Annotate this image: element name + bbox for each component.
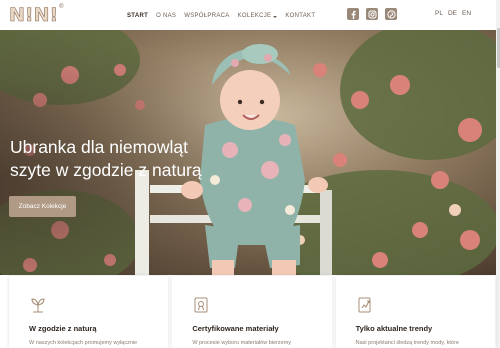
logo-text: N!N! — [9, 4, 59, 27]
brand-logo[interactable]: N!N! ® — [9, 4, 64, 27]
social-links — [347, 8, 397, 20]
nav-item-wspolpraca[interactable]: WSPÓŁPRACA — [184, 13, 229, 19]
hero-banner: Ubranka dla niemowląt szyte w zgodzie z … — [0, 30, 496, 275]
nav-item-kontakt[interactable]: KONTAKT — [285, 13, 315, 19]
feature-title: Tylko aktualne trendy — [355, 324, 433, 333]
main-nav: START O NAS WSPÓŁPRACA KOLEKCJE KONTAKT — [127, 13, 323, 19]
feature-card-trends: Tylko aktualne trendy Nasi projektanci ś… — [335, 276, 495, 348]
registered-mark: ® — [59, 4, 64, 10]
feature-text: Nasi projektanci śledzą trendy mody, któ… — [355, 340, 459, 346]
feature-card-certified: Certyfikowane materiały W procesie wybor… — [172, 276, 332, 348]
language-switcher: PL DE EN — [435, 10, 471, 17]
hero-heading-line1: Ubranka dla niemowląt — [10, 137, 189, 157]
certificate-icon — [194, 297, 208, 313]
lang-pl[interactable]: PL — [435, 10, 443, 17]
site-header: N!N! ® START O NAS WSPÓŁPRACA KOLEKCJE K… — [0, 0, 500, 30]
instagram-icon[interactable] — [366, 8, 378, 20]
feature-title: Certyfikowane materiały — [192, 324, 279, 333]
see-collections-button[interactable]: Zobacz Kolekcje — [9, 196, 76, 217]
trend-icon — [358, 297, 371, 313]
nav-item-kolekcje[interactable]: KOLEKCJE — [238, 13, 278, 19]
pinterest-icon[interactable] — [385, 8, 397, 20]
feature-text: W procesie wyboru materiałów bierzemy — [192, 340, 292, 346]
nav-item-kolekcje-label: KOLEKCJE — [237, 13, 272, 19]
features-row: W zgodzie z naturą W naszych kolekcjach … — [9, 276, 495, 348]
nav-item-o-nas[interactable]: O NAS — [156, 13, 176, 19]
feature-card-nature: W zgodzie z naturą W naszych kolekcjach … — [9, 276, 169, 348]
lang-de[interactable]: DE — [448, 10, 457, 17]
scrollbar-thumb[interactable] — [496, 28, 500, 68]
plant-icon — [31, 298, 45, 313]
feature-title: W zgodzie z naturą — [29, 324, 97, 333]
nav-item-start[interactable]: START — [127, 13, 148, 19]
page-scrollbar[interactable] — [496, 0, 500, 348]
facebook-icon[interactable] — [347, 8, 359, 20]
chevron-down-icon — [273, 15, 278, 18]
hero-heading-line2: szyte w zgodzie z naturą — [10, 160, 202, 180]
lang-en[interactable]: EN — [462, 10, 471, 17]
feature-text: W naszych kolekcjach promujemy wyłącznie — [29, 340, 138, 346]
hero-heading: Ubranka dla niemowląt szyte w zgodzie z … — [10, 136, 240, 182]
